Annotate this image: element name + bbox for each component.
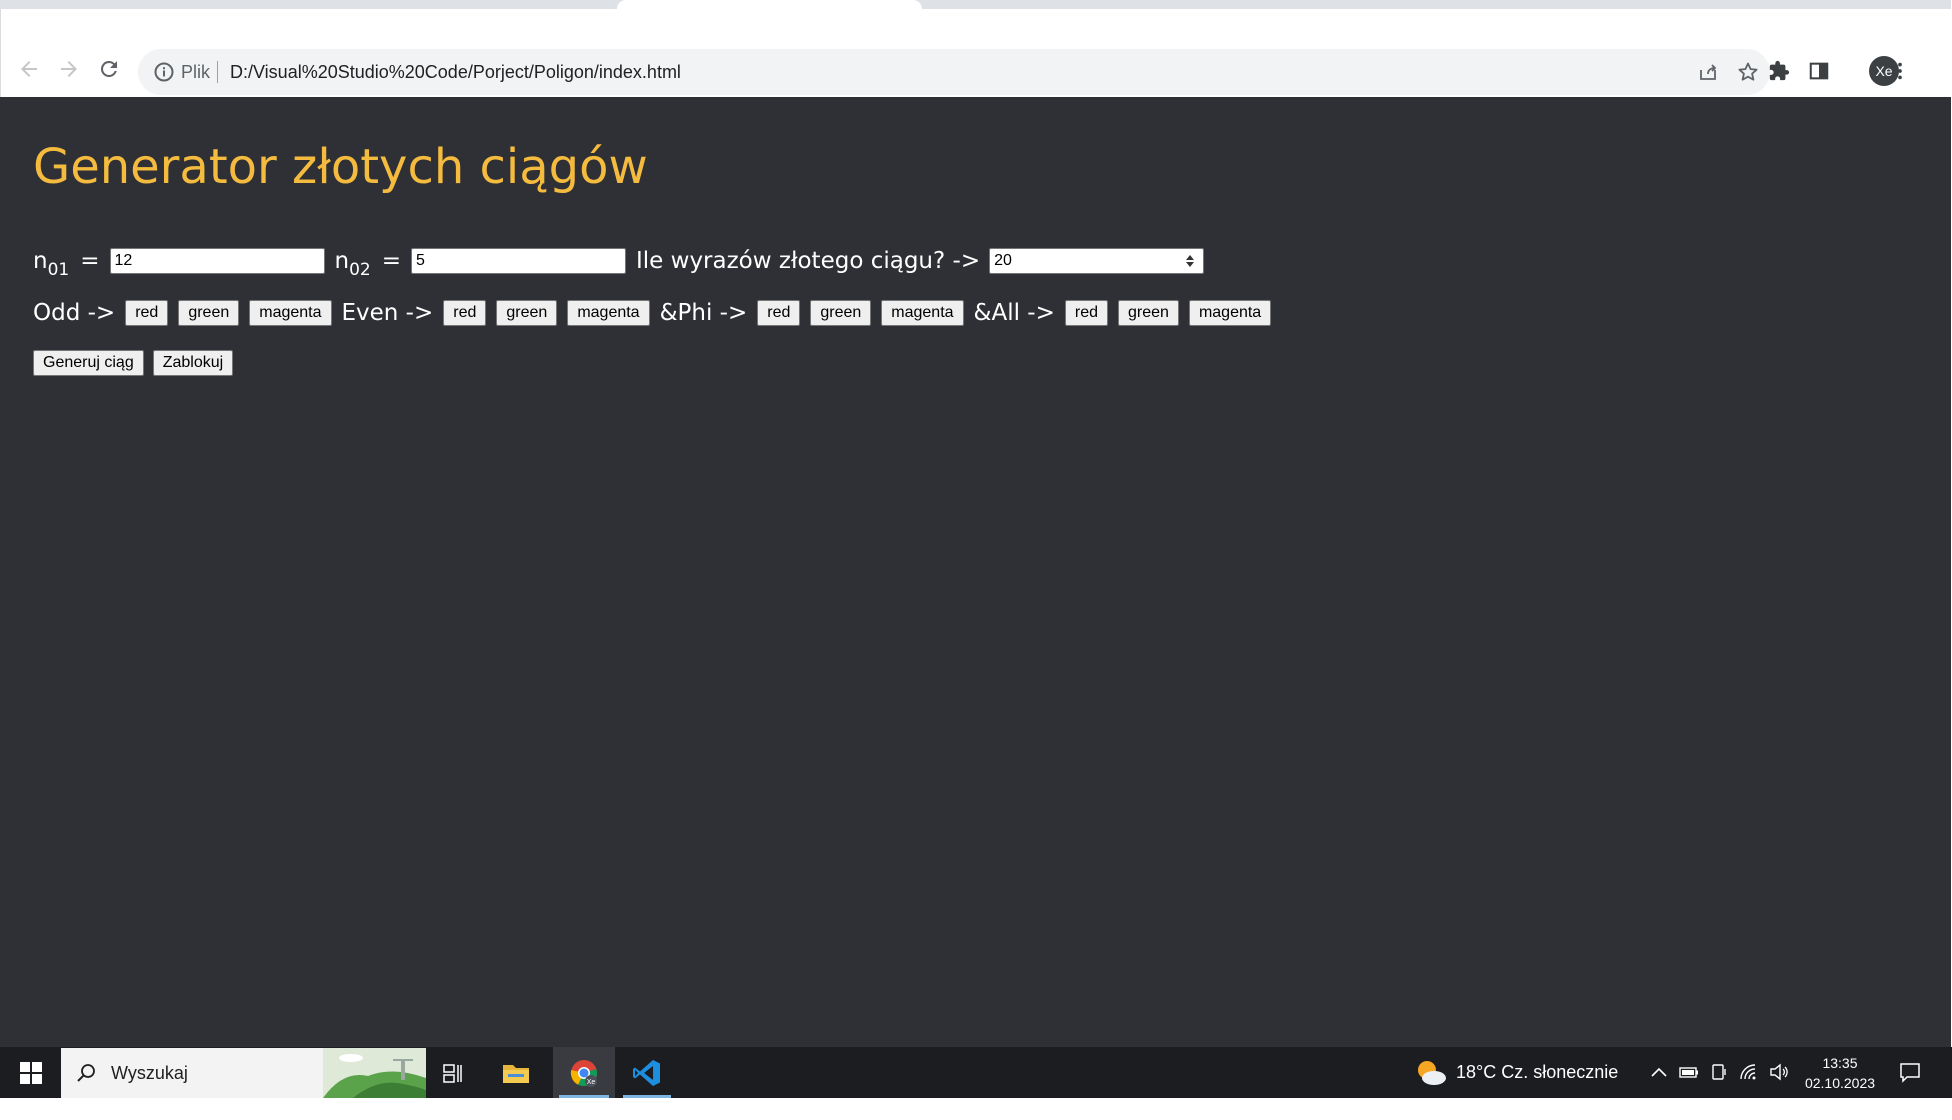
all-label: &All -> [973,300,1055,326]
even-magenta-button[interactable]: magenta [567,300,650,326]
wifi-icon[interactable] [1738,1061,1760,1083]
address-bar[interactable]: Plik D:/Visual%20Studio%20Code/Porject/P… [138,49,1770,95]
even-green-button[interactable]: green [496,300,558,326]
reload-icon [100,60,117,77]
search-highlight-illustration [323,1048,426,1098]
weather-widget[interactable]: 18°C Cz. słonecznie [1414,1047,1618,1098]
n02-equals: = [381,248,401,274]
share-icon[interactable] [1696,60,1720,84]
chrome-icon: Xe [570,1059,597,1087]
chrome-taskbar-button[interactable]: Xe [553,1047,615,1098]
actions-row: Generuj ciąg Zablokuj [33,349,242,377]
odd-green-button[interactable]: green [178,300,240,326]
file-explorer-icon [503,1064,529,1083]
even-label: Even -> [341,300,434,326]
puzzle-icon [1769,60,1790,81]
arrow-right-icon [61,61,77,77]
file-explorer-button[interactable] [489,1047,543,1098]
all-magenta-button[interactable]: magenta [1188,300,1272,326]
omnibox-separator [217,61,218,83]
bookmark-star-icon[interactable] [1736,60,1760,84]
n01-subscript: 01 [47,260,70,280]
n01-equals: = [80,248,100,274]
n02-letter: n [334,248,350,274]
task-view-button[interactable] [428,1047,478,1098]
info-icon[interactable] [152,60,176,84]
count-number-input[interactable]: 20 [989,248,1205,274]
tab-strip [0,0,1952,9]
battery-icon[interactable] [1678,1061,1700,1083]
file-scheme-label: Plik [181,62,211,82]
arrow-left-icon [21,61,37,77]
page-content: Generator złotych ciągów n01 = 12 n02 = … [0,97,1952,1047]
weather-sun-cloud-icon [1418,1060,1446,1085]
count-label: Ile wyrazów złotego ciągu? -> [636,248,981,274]
menu-button[interactable] [1886,57,1914,85]
chevron-up-icon[interactable] [1648,1061,1670,1083]
vscode-taskbar-button[interactable] [617,1047,677,1098]
taskbar-search[interactable]: Wyszukaj [61,1048,426,1098]
n01-label: n01 [33,246,69,279]
screen-bottom-margin [0,1098,1952,1120]
n01-letter: n [33,248,48,274]
notification-icon[interactable] [1898,1060,1922,1084]
page-title: Generator złotych ciągów [33,139,648,195]
start-button[interactable] [0,1047,61,1098]
forward-button[interactable] [50,50,88,88]
lock-button[interactable]: Zablokuj [152,350,234,376]
weather-text: 18°C Cz. słonecznie [1456,1062,1619,1082]
inputs-row: n01 = 12 n02 = 5 Ile wyrazów złotego cią… [33,243,1205,279]
n02-input[interactable]: 5 [411,248,626,274]
kebab-menu-icon [1898,62,1902,80]
back-button[interactable] [10,50,48,88]
all-red-button[interactable]: red [1064,300,1109,326]
url-text[interactable]: D:/Visual%20Studio%20Code/Porject/Poligo… [230,60,681,84]
system-clock[interactable]: 13:35 02.10.2023 [1800,1053,1880,1093]
windows-logo-icon [19,1061,42,1084]
search-icon [77,1064,95,1082]
speaker-icon[interactable] [1768,1061,1790,1083]
device-icon[interactable] [1708,1061,1730,1083]
color-buttons-row: Odd -> red green magenta Even -> red gre… [33,295,1272,331]
n02-label: n02 [334,246,371,279]
search-placeholder: Wyszukaj [111,1063,188,1083]
phi-magenta-button[interactable]: magenta [881,300,964,326]
phi-red-button[interactable]: red [757,300,801,326]
phi-label: &Phi -> [659,300,748,326]
reload-button[interactable] [90,50,128,88]
side-panel-icon [1809,62,1829,80]
count-value: 20 [994,252,1012,269]
odd-label: Odd -> [33,300,116,326]
svg-text:Xe: Xe [587,1079,596,1086]
n01-input[interactable]: 12 [109,248,325,274]
phi-green-button[interactable]: green [810,300,872,326]
spinner-arrows-icon[interactable] [1184,253,1196,269]
clock-date: 02.10.2023 [1804,1075,1876,1091]
side-panel-button[interactable] [1805,57,1833,85]
all-green-button[interactable]: green [1118,300,1179,326]
extensions-button[interactable] [1765,57,1793,85]
active-tab[interactable] [617,0,922,9]
n02-subscript: 02 [349,260,371,280]
odd-magenta-button[interactable]: magenta [249,300,332,326]
windows-taskbar: Wyszukaj Xe 18°C Cz. słonecznie 13:35 02… [0,1047,1952,1098]
generate-sequence-button[interactable]: Generuj ciąg [33,350,144,376]
even-red-button[interactable]: red [443,300,487,326]
task-view-icon [443,1063,462,1083]
clock-time: 13:35 [1822,1055,1858,1071]
odd-red-button[interactable]: red [125,300,169,326]
vscode-icon [633,1059,660,1086]
